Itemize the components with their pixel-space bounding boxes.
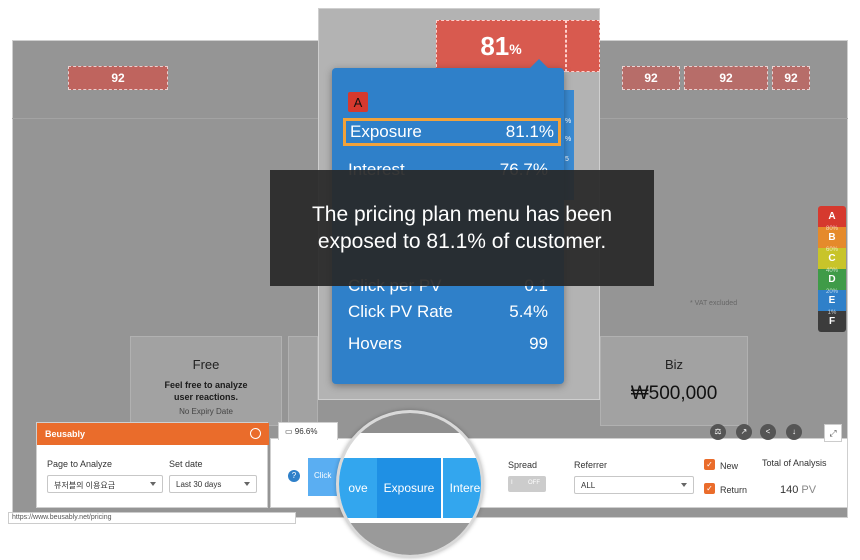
side-value: 5 bbox=[565, 156, 569, 163]
monitor-icon: ▭ bbox=[285, 427, 295, 436]
nav-heat-value-1: 92 bbox=[644, 71, 658, 85]
magnifier-bg bbox=[339, 413, 481, 433]
nav-heat-value-2: 92 bbox=[719, 71, 733, 85]
referrer-value: ALL bbox=[581, 481, 596, 490]
focus-heat-unit: % bbox=[509, 41, 522, 57]
referrer-label: Referrer bbox=[574, 460, 608, 470]
legend-letter: F bbox=[828, 316, 836, 327]
toggle-on-text: I bbox=[511, 480, 513, 486]
status-url: https://www.beusably.net/pricing bbox=[8, 512, 296, 524]
page-select[interactable]: 뷰저블의 이용요금 bbox=[47, 475, 163, 493]
analysis-panel: Beusably Page to Analyze 뷰저블의 이용요금 Set d… bbox=[36, 422, 269, 508]
legend-pct: 80% bbox=[825, 226, 838, 232]
grade-legend: A 80% B 60% C 40% D 20% E 1% F bbox=[818, 206, 846, 332]
chevron-down-icon bbox=[150, 482, 156, 486]
legend-pct: 40% bbox=[825, 268, 838, 274]
metric-label: Click PV Rate bbox=[348, 302, 453, 321]
tab-label: Exposure bbox=[383, 481, 435, 495]
card-price: ₩500,000 bbox=[630, 383, 718, 404]
card-desc-line: Feel free to analyze bbox=[164, 380, 248, 390]
page-select-value: 뷰저블의 이용요금 bbox=[54, 481, 116, 490]
magnifier-bg-bottom bbox=[339, 523, 481, 555]
total-count: 140 bbox=[780, 484, 799, 496]
metric-row-exposure[interactable]: Exposure 81.1% bbox=[343, 118, 561, 146]
explanation-message: The pricing plan menu has been exposed t… bbox=[270, 170, 654, 286]
tab-value: 96.6% bbox=[294, 427, 318, 436]
total-label: Total of Analysis bbox=[762, 458, 827, 468]
logo-heat-value: 92 bbox=[111, 71, 125, 85]
side-value: % bbox=[565, 136, 572, 143]
tab-label: Intere bbox=[449, 481, 481, 495]
new-label: New bbox=[720, 461, 739, 471]
download-icon[interactable]: ↓ bbox=[786, 424, 802, 440]
chevron-down-icon bbox=[244, 482, 250, 486]
tab-label: ove bbox=[348, 481, 368, 495]
tab-overview[interactable]: ove bbox=[339, 458, 377, 518]
focus-heat-badge-right bbox=[566, 20, 600, 72]
new-checkbox[interactable]: ✓ bbox=[704, 459, 715, 470]
return-label: Return bbox=[720, 485, 748, 495]
expand-icon[interactable]: ⤢ bbox=[824, 424, 842, 442]
chevron-down-icon bbox=[681, 483, 687, 487]
metric-row-click-pv-rate[interactable]: Click PV Rate 5.4% bbox=[348, 298, 548, 326]
legend-letter: B bbox=[828, 232, 836, 243]
legend-pct: 1% bbox=[827, 310, 837, 316]
return-checkbox[interactable]: ✓ bbox=[704, 483, 715, 494]
nav-heat-badge-1: 92 bbox=[622, 66, 680, 90]
card-sub: No Expiry Date bbox=[179, 407, 233, 416]
vat-note: * VAT excluded bbox=[690, 300, 738, 307]
tab-exposure[interactable]: Exposure bbox=[377, 458, 441, 518]
focus-heat-value: 81 bbox=[480, 30, 510, 61]
help-icon[interactable]: ? bbox=[288, 470, 300, 482]
legend-letter: E bbox=[828, 295, 836, 306]
legend-letter: D bbox=[828, 274, 836, 285]
tab-interest[interactable]: Intere bbox=[443, 458, 481, 518]
legend-pct: 60% bbox=[825, 247, 838, 253]
card-desc-line: user reactions. bbox=[173, 392, 239, 402]
legend-letter: C bbox=[828, 253, 836, 264]
legend-grade-a: A 80% bbox=[818, 206, 846, 232]
card-desc: Feel free to analyze user reactions. bbox=[131, 379, 281, 403]
pricing-card-free: Free Feel free to analyze user reactions… bbox=[130, 336, 282, 426]
nav-heat-badge-3: 92 bbox=[772, 66, 810, 90]
metric-label: Exposure bbox=[350, 122, 422, 141]
card-title: Biz bbox=[664, 357, 684, 372]
pricing-card-biz: Biz ₩500,000 bbox=[600, 336, 748, 426]
toggle-off-text: OFF bbox=[528, 480, 540, 486]
logo-heat-badge: 92 bbox=[68, 66, 168, 90]
nav-heat-badge-2: 92 bbox=[684, 66, 768, 90]
metric-value: 5.4% bbox=[509, 302, 548, 321]
pricing-card-basic bbox=[288, 336, 318, 426]
spread-toggle[interactable]: I OFF bbox=[508, 476, 546, 492]
spread-label: Spread bbox=[508, 460, 538, 470]
tab-page-view[interactable]: ▭ 96.6% bbox=[278, 422, 338, 440]
screen: { "header": { "logo_overlay": "92", "log… bbox=[0, 0, 860, 560]
page-label: Page to Analyze bbox=[47, 459, 113, 469]
date-select[interactable]: Last 30 days bbox=[169, 475, 257, 493]
side-value: % bbox=[565, 118, 572, 125]
external-link-icon[interactable]: ↗ bbox=[736, 424, 752, 440]
globe-icon[interactable] bbox=[250, 428, 261, 439]
metric-value: 99 bbox=[529, 334, 548, 353]
card-title: Free bbox=[192, 357, 220, 372]
date-label: Set date bbox=[169, 459, 203, 469]
panel-header: Beusably bbox=[37, 423, 269, 445]
legend-pct: 20% bbox=[825, 289, 838, 295]
legend-letter: A bbox=[828, 211, 836, 222]
referrer-select[interactable]: ALL bbox=[574, 476, 694, 494]
total-unit: PV bbox=[801, 484, 817, 496]
metric-label: Hovers bbox=[348, 334, 402, 353]
metric-row-hovers[interactable]: Hovers 99 bbox=[348, 330, 548, 358]
magnifier-lens: ove Exposure Intere bbox=[336, 410, 484, 558]
date-select-value: Last 30 days bbox=[176, 480, 222, 489]
balance-icon[interactable]: ⚖ bbox=[710, 424, 726, 440]
brand-name: Beusably bbox=[45, 429, 86, 439]
nav-heat-value-3: 92 bbox=[784, 71, 798, 85]
total-value: 140 PV bbox=[780, 484, 816, 496]
grade-badge: A bbox=[348, 92, 368, 112]
share-icon[interactable]: < bbox=[760, 424, 776, 440]
metric-value: 81.1% bbox=[505, 122, 554, 141]
